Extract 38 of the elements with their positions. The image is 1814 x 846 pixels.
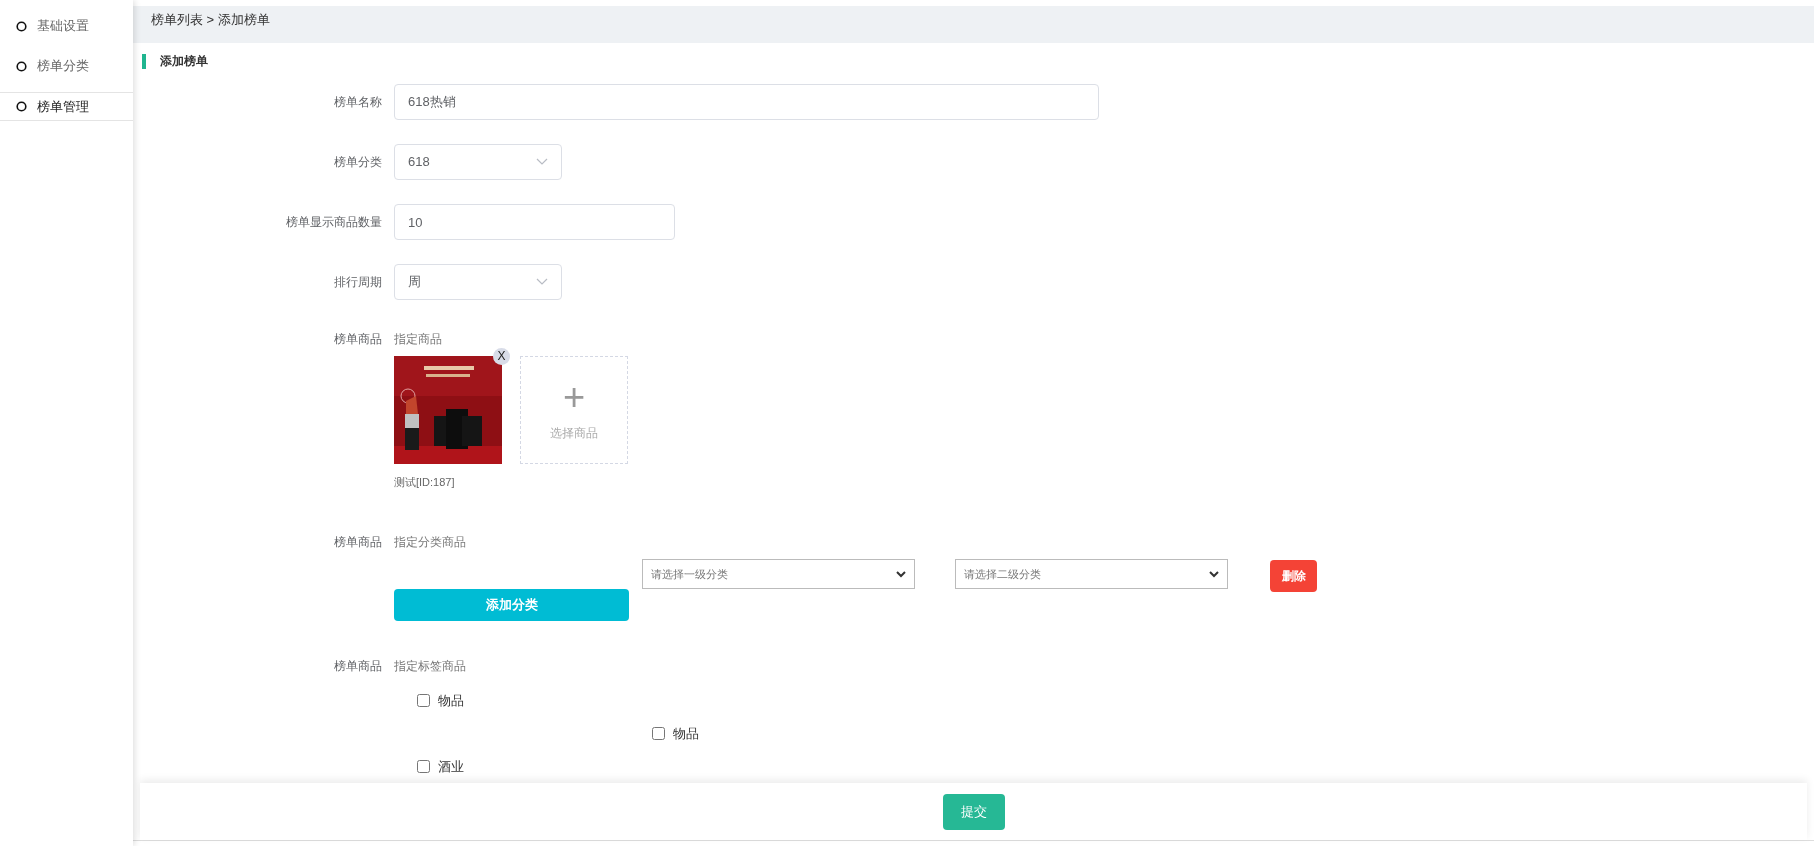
circle-icon (16, 101, 27, 112)
mode-label: 指定标签商品 (394, 657, 466, 675)
chevron-icon (896, 570, 906, 578)
checkbox[interactable] (417, 760, 430, 773)
chevron-icon (1209, 570, 1219, 578)
field-label: 榜单分类 (333, 154, 383, 171)
section-title: 添加榜单 (160, 53, 208, 70)
field-label: 榜单商品 (333, 533, 383, 551)
field-label: 排行周期 (333, 274, 383, 291)
select-field[interactable]: 周 (394, 264, 562, 300)
text-field[interactable]: 618热销 (394, 84, 1099, 120)
sidebar-item[interactable]: 基础设置 (0, 6, 133, 46)
checkbox-label: 酒业 (438, 757, 464, 776)
mode-label: 指定商品 (394, 331, 443, 348)
sidebar-item[interactable]: 榜单分类 (0, 46, 133, 86)
checkbox-label: 物品 (673, 724, 699, 743)
checkbox[interactable] (417, 694, 430, 707)
accent-bar (142, 53, 146, 69)
checkbox-label: 物品 (438, 691, 464, 710)
number-field[interactable]: 10 (394, 204, 675, 240)
field-label: 榜单显示商品数量 (285, 214, 383, 231)
circle-icon (16, 60, 27, 72)
select-field[interactable]: 请选择一级分类 (642, 559, 915, 589)
select-field[interactable]: 请选择二级分类 (955, 559, 1228, 589)
remove-badge[interactable]: X (493, 348, 510, 365)
checkbox[interactable] (652, 727, 665, 740)
chevron-icon (536, 278, 548, 286)
circle-icon (16, 20, 27, 32)
field-label: 榜单商品 (333, 657, 383, 675)
chevron-icon (536, 158, 548, 166)
select-field[interactable]: 618 (394, 144, 562, 180)
mode-label: 指定分类商品 (394, 533, 467, 551)
product-caption: 测试[ID:187] (394, 475, 456, 490)
delete-button[interactable]: 删除 (1270, 559, 1317, 592)
field-label: 榜单名称 (333, 94, 383, 111)
sidebar-item[interactable]: 榜单管理 (0, 92, 133, 121)
breadcrumb-bar: 榜单列表 > 添加榜单 (133, 6, 1814, 43)
field-label: 榜单商品 (333, 331, 383, 348)
